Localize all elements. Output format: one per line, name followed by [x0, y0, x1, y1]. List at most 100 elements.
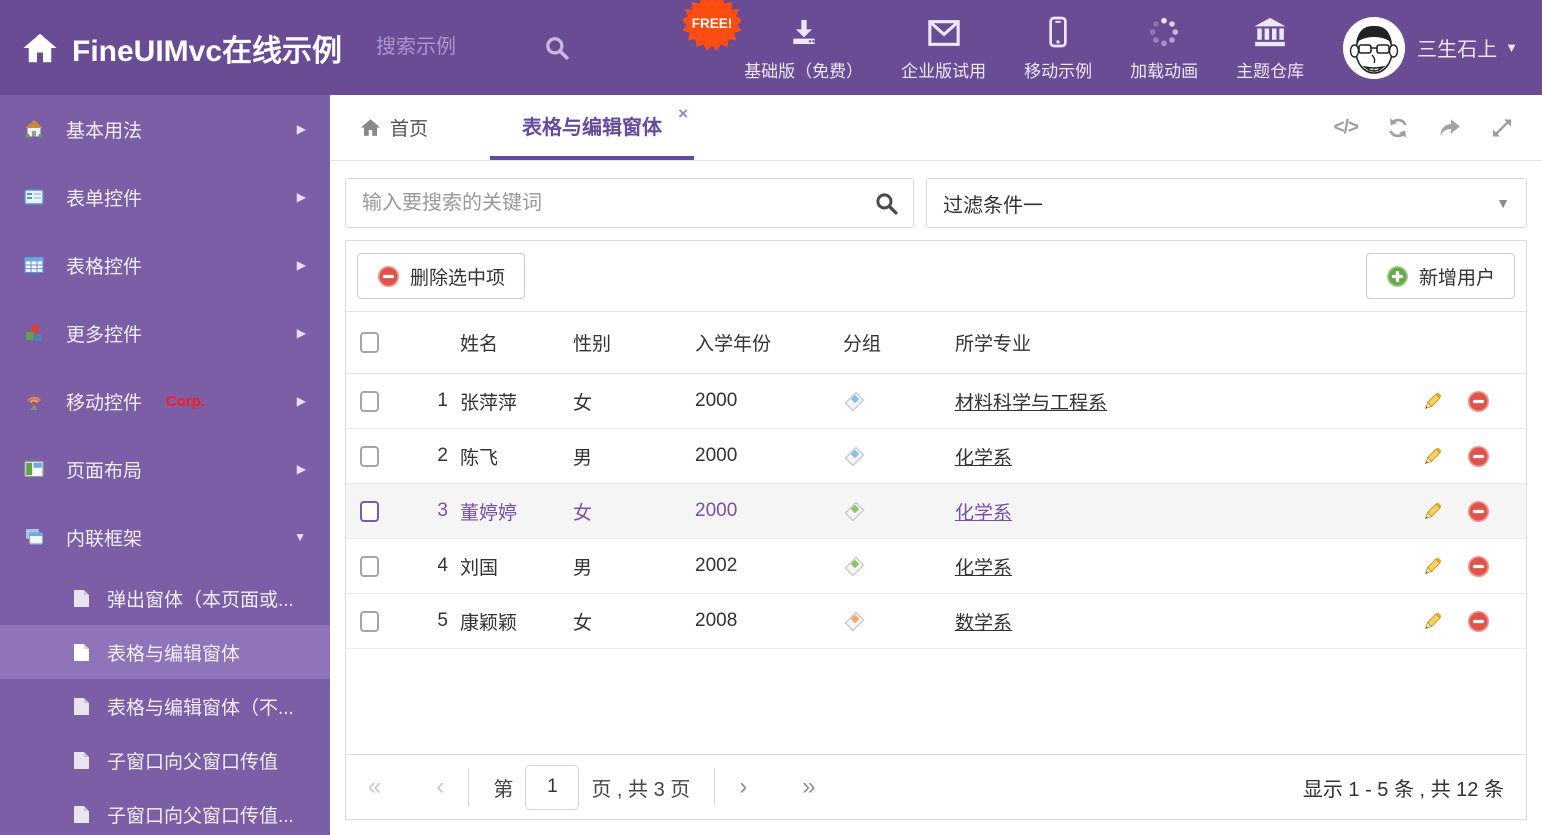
share-icon[interactable] — [1438, 116, 1462, 140]
nav-mobile-demo[interactable]: 移动示例 — [1005, 14, 1111, 82]
column-header-major[interactable]: 所学专业 — [955, 329, 1376, 356]
user-name[interactable]: 三生石上 — [1417, 33, 1497, 62]
page-number-input[interactable] — [525, 764, 580, 810]
home-icon — [360, 119, 381, 136]
row-checkbox[interactable] — [360, 445, 379, 467]
edit-pencil-icon[interactable] — [1421, 555, 1444, 578]
expand-icon[interactable] — [1490, 116, 1514, 140]
file-icon — [74, 589, 89, 607]
nav-basic-free[interactable]: FREE! 基础版（免费） — [683, 0, 882, 82]
row-checkbox[interactable] — [360, 555, 379, 577]
tab-grid-edit-window[interactable]: 表格与编辑窗体 × — [490, 95, 695, 160]
select-all-checkbox[interactable] — [360, 332, 379, 353]
nav-label: 基础版（免费） — [744, 61, 864, 81]
sidebar-item-iframe[interactable]: 内联框架 ▼ — [0, 503, 330, 571]
table-row: 5 康颖颖 女 2008 数学系 — [346, 594, 1526, 649]
sidebar-item-mobile-controls[interactable]: 移动控件 Corp. ▶ — [0, 367, 330, 435]
sidebar-subitem-child-to-parent-2[interactable]: 子窗口向父窗口传值... — [0, 787, 330, 835]
cell-name: 康颖颖 — [460, 612, 518, 634]
cell-name: 陈飞 — [460, 447, 499, 469]
file-icon — [74, 751, 89, 769]
frames-icon — [26, 529, 44, 545]
source-code-icon[interactable]: </> — [1334, 117, 1360, 139]
search-icon[interactable] — [874, 191, 899, 216]
form-icon — [24, 189, 44, 205]
antenna-icon — [27, 396, 41, 410]
table-icon — [24, 256, 44, 274]
delete-selected-label: 删除选中项 — [410, 267, 506, 289]
major-link[interactable]: 化学系 — [955, 558, 1012, 579]
sidebar-item-label: 页面布局 — [66, 460, 143, 482]
user-grid-panel: 删除选中项 新增用户 姓名 性别 入学年份 分组 所学专业 1 张萍萍 女 20… — [345, 240, 1527, 820]
column-header-group[interactable]: 分组 — [843, 329, 955, 356]
cell-gender: 女 — [573, 502, 593, 524]
cell-gender: 女 — [573, 612, 593, 634]
column-header-gender[interactable]: 性别 — [573, 329, 695, 356]
edit-pencil-icon[interactable] — [1421, 445, 1444, 468]
edit-pencil-icon[interactable] — [1421, 500, 1444, 523]
delete-row-icon[interactable] — [1467, 610, 1490, 633]
sidebar-item-page-layout[interactable]: 页面布局 ▶ — [0, 435, 330, 503]
refresh-icon[interactable] — [1386, 116, 1410, 140]
free-badge-icon: FREE! — [683, 0, 742, 51]
page-suffix-label: 页 , 共 3 页 — [591, 778, 691, 801]
edit-pencil-icon[interactable] — [1421, 390, 1444, 413]
tab-home[interactable]: 首页 — [360, 95, 428, 160]
tag-icon — [844, 391, 865, 411]
nav-theme-repo[interactable]: 主题仓库 — [1217, 14, 1323, 82]
first-page-button[interactable]: « — [368, 773, 381, 801]
column-header-year[interactable]: 入学年份 — [695, 329, 843, 356]
delete-row-icon[interactable] — [1467, 555, 1490, 578]
nav-loading-animation[interactable]: 加载动画 — [1111, 14, 1217, 82]
nav-label: 主题仓库 — [1236, 61, 1305, 81]
chevron-right-icon: ▶ — [296, 394, 306, 408]
sidebar-subitem-grid-edit-window[interactable]: 表格与编辑窗体 — [0, 625, 330, 679]
row-checkbox[interactable] — [360, 390, 379, 412]
close-icon[interactable]: × — [678, 105, 688, 122]
filter-row: 过滤条件一 ▼ — [330, 161, 1542, 228]
filter-selected-value: 过滤条件一 — [943, 194, 1043, 217]
column-header-name[interactable]: 姓名 — [448, 329, 573, 356]
prev-page-button[interactable]: ‹ — [436, 773, 444, 801]
file-icon — [74, 805, 89, 823]
chevron-right-icon: ▶ — [296, 190, 306, 204]
tab-home-label: 首页 — [390, 119, 429, 140]
cell-year: 2000 — [695, 445, 738, 466]
major-link[interactable]: 数学系 — [955, 613, 1012, 634]
home-icon[interactable] — [22, 30, 58, 66]
house-icon — [25, 120, 43, 139]
row-checkbox[interactable] — [360, 500, 379, 522]
last-page-button[interactable]: » — [802, 773, 815, 801]
row-checkbox[interactable] — [360, 610, 379, 632]
major-link[interactable]: 化学系 — [955, 448, 1012, 469]
delete-row-icon[interactable] — [1467, 500, 1490, 523]
major-link[interactable]: 化学系 — [955, 503, 1012, 524]
sidebar-item-form-controls[interactable]: 表单控件 ▶ — [0, 163, 330, 231]
header-search-input[interactable] — [376, 36, 537, 59]
search-icon[interactable] — [544, 35, 570, 61]
add-user-button[interactable]: 新增用户 — [1365, 253, 1515, 299]
major-link[interactable]: 材料科学与工程系 — [955, 393, 1107, 414]
edit-pencil-icon[interactable] — [1421, 610, 1444, 633]
nav-label: 移动示例 — [1024, 61, 1093, 81]
sidebar-item-more-controls[interactable]: 更多控件 ▶ — [0, 299, 330, 367]
sidebar-item-label: 表单控件 — [66, 188, 143, 210]
delete-row-icon[interactable] — [1467, 390, 1490, 413]
brand-title: FineUIMvc在线示例 — [72, 34, 343, 68]
sidebar-subitem-child-to-parent[interactable]: 子窗口向父窗口传值 — [0, 733, 330, 787]
delete-row-icon[interactable] — [1467, 445, 1490, 468]
nav-enterprise-trial[interactable]: 企业版试用 — [882, 14, 1005, 82]
sidebar-item-basic-usage[interactable]: 基本用法 ▶ — [0, 95, 330, 163]
sidebar-subitem-grid-edit-window-2[interactable]: 表格与编辑窗体（不... — [0, 679, 330, 733]
grid-empty-area — [346, 649, 1526, 754]
sidebar-subitem-popup-window[interactable]: 弹出窗体（本页面或... — [0, 571, 330, 625]
chevron-down-icon[interactable]: ▼ — [1505, 40, 1518, 55]
keyword-search-input[interactable] — [346, 191, 913, 215]
cell-year: 2002 — [695, 555, 738, 576]
delete-selected-button[interactable]: 删除选中项 — [357, 253, 526, 299]
filter-condition-select[interactable]: 过滤条件一 ▼ — [926, 178, 1527, 228]
user-avatar[interactable] — [1343, 16, 1406, 79]
sidebar-item-grid-controls[interactable]: 表格控件 ▶ — [0, 231, 330, 299]
next-page-button[interactable]: › — [739, 773, 747, 801]
tab-active-label: 表格与编辑窗体 — [522, 117, 663, 139]
